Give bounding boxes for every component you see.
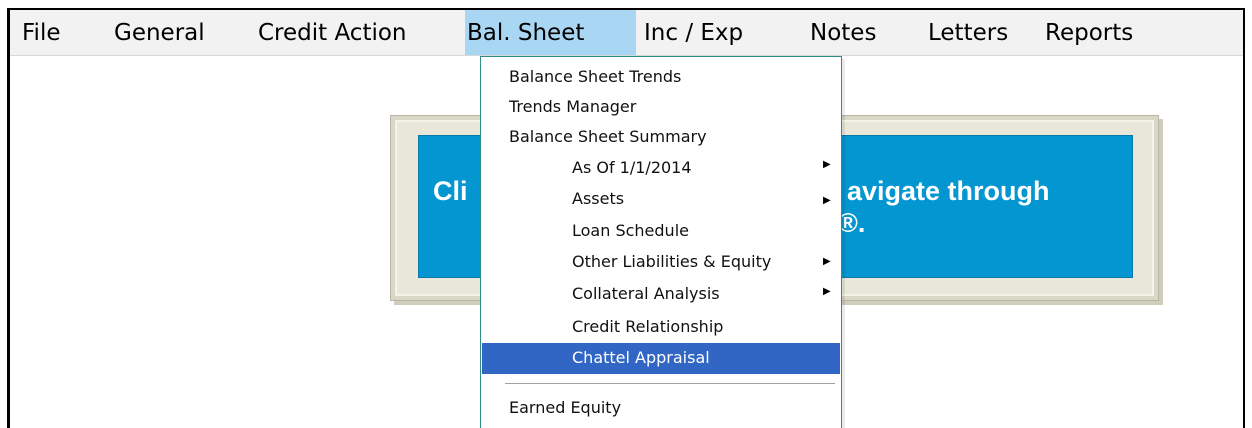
banner-text-left: Cli xyxy=(433,176,468,206)
menu-item-label: Balance Sheet Trends xyxy=(509,67,682,86)
menu-item-label: Chattel Appraisal xyxy=(572,348,710,367)
menu-item-earned-equity[interactable]: Earned Equity xyxy=(482,393,840,423)
menu-item-label: Loan Schedule xyxy=(572,221,689,240)
menu-item-balance-sheet-summary[interactable]: Balance Sheet Summary xyxy=(482,122,840,152)
banner-text-line1: avigate through xyxy=(847,176,1050,206)
submenu-arrow-icon: ▶ xyxy=(823,195,831,206)
menu-item-assets[interactable]: Assets ▶ xyxy=(482,184,840,214)
menu-item-label: Collateral Analysis xyxy=(572,284,720,303)
menu-item-label: As Of 1/1/2014 xyxy=(572,158,692,177)
bal-sheet-dropdown: Balance Sheet Trends Trends Manager Bala… xyxy=(480,56,842,428)
menu-credit-action[interactable]: Credit Action xyxy=(258,10,407,55)
menu-reports[interactable]: Reports xyxy=(1045,10,1133,55)
menu-item-label: Balance Sheet Summary xyxy=(509,127,707,146)
submenu-arrow-icon: ▶ xyxy=(823,286,831,297)
menu-bar: File General Credit Action Bal. Sheet In… xyxy=(10,10,1243,56)
menu-item-label: Trends Manager xyxy=(509,97,637,116)
menu-notes[interactable]: Notes xyxy=(810,10,876,55)
submenu-arrow-icon: ▶ xyxy=(823,256,831,267)
menu-file[interactable]: File xyxy=(22,10,61,55)
menu-item-chattel-appraisal[interactable]: Chattel Appraisal xyxy=(482,343,840,374)
menu-item-as-of-date[interactable]: As Of 1/1/2014 ▶ xyxy=(482,153,840,183)
menu-item-label: Credit Relationship xyxy=(572,317,724,336)
menu-item-label: Earned Equity xyxy=(509,398,622,417)
menu-item-label: Assets xyxy=(572,189,625,208)
menu-letters[interactable]: Letters xyxy=(928,10,1008,55)
menu-item-other-liabilities-equity[interactable]: Other Liabilities & Equity ▶ xyxy=(482,247,840,277)
menu-inc-exp[interactable]: Inc / Exp xyxy=(644,10,743,55)
menu-item-balance-sheet-trends[interactable]: Balance Sheet Trends xyxy=(482,62,840,92)
menu-item-label: Other Liabilities & Equity xyxy=(572,252,772,271)
menu-item-loan-schedule[interactable]: Loan Schedule xyxy=(482,216,840,246)
menu-item-collateral-analysis[interactable]: Collateral Analysis ▶ xyxy=(482,279,840,309)
submenu-arrow-icon: ▶ xyxy=(823,159,831,170)
menu-bal-sheet[interactable]: Bal. Sheet xyxy=(465,10,636,55)
menu-general[interactable]: General xyxy=(114,10,205,55)
menu-item-trends-manager[interactable]: Trends Manager xyxy=(482,92,840,122)
menu-separator xyxy=(505,383,835,385)
menu-item-credit-relationship[interactable]: Credit Relationship xyxy=(482,312,840,342)
banner-text-line2: ®. xyxy=(838,208,866,238)
